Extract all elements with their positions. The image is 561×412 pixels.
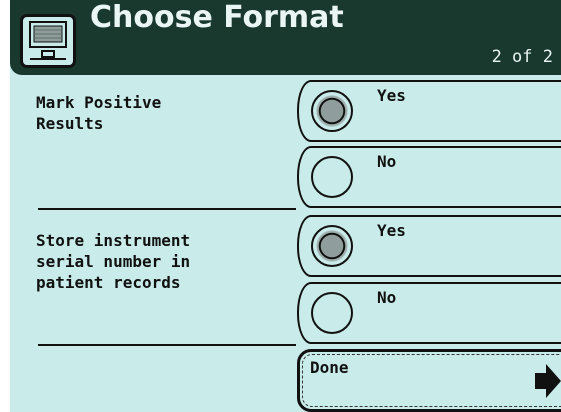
monitor-icon bbox=[20, 14, 76, 68]
option-label: No bbox=[377, 288, 397, 307]
section-divider bbox=[38, 208, 296, 210]
header-bar: Choose Format 2 of 2 bbox=[10, 0, 561, 75]
screen: Choose Format 2 of 2 Mark Positive Resul… bbox=[10, 0, 561, 412]
done-button[interactable]: Done bbox=[297, 349, 561, 412]
section-divider bbox=[38, 344, 296, 346]
option-label: Yes bbox=[377, 86, 406, 105]
option-label: No bbox=[377, 152, 397, 171]
radio-selected-icon bbox=[311, 225, 353, 267]
radio-selected-icon bbox=[311, 90, 353, 132]
mark-positive-no-button[interactable]: No bbox=[297, 146, 561, 208]
store-serial-no-button[interactable]: No bbox=[297, 282, 561, 344]
mark-positive-yes-button[interactable]: Yes bbox=[297, 80, 561, 142]
store-serial-yes-button[interactable]: Yes bbox=[297, 215, 561, 277]
page-indicator: 2 of 2 bbox=[491, 47, 553, 67]
page-title: Choose Format bbox=[90, 0, 344, 35]
store-serial-number-label: Store instrument serial number in patien… bbox=[36, 231, 191, 292]
done-label: Done bbox=[310, 358, 349, 377]
mark-positive-results-label: Mark Positive Results bbox=[36, 93, 162, 133]
radio-unselected-icon bbox=[311, 292, 353, 334]
option-label: Yes bbox=[377, 221, 406, 240]
arrow-right-icon bbox=[535, 364, 561, 398]
radio-unselected-icon bbox=[311, 156, 353, 198]
